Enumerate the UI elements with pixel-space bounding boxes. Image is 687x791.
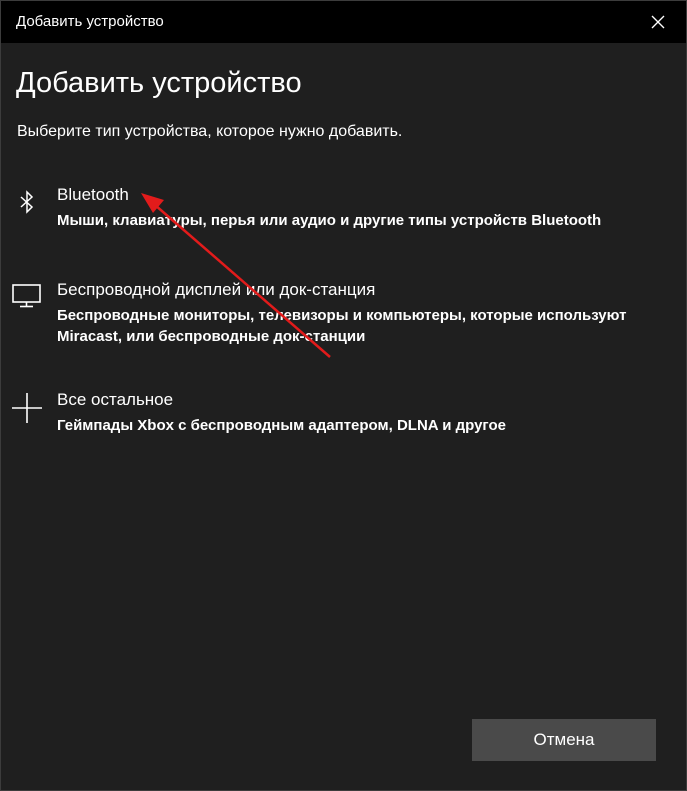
option-title: Беспроводной дисплей или док-станция bbox=[57, 280, 376, 299]
option-description: Беспроводные мониторы, телевизоры и комп… bbox=[57, 307, 627, 345]
page-title: Добавить устройство bbox=[16, 67, 302, 99]
option-bluetooth[interactable]: Bluetooth Мыши, клавиатуры, перья или ау… bbox=[1, 185, 686, 235]
close-icon bbox=[651, 15, 665, 29]
title-bar: Добавить устройство bbox=[1, 1, 686, 43]
option-wireless-display[interactable]: Беспроводной дисплей или док-станция Бес… bbox=[1, 280, 686, 346]
window-title: Добавить устройство bbox=[16, 13, 164, 30]
option-description: Геймпады Xbox с беспроводным адаптером, … bbox=[57, 417, 506, 434]
cancel-button[interactable]: Отмена bbox=[472, 719, 656, 761]
option-title: Все остальное bbox=[57, 390, 174, 409]
option-everything-else[interactable]: Все остальное Геймпады Xbox с беспроводн… bbox=[1, 390, 686, 440]
close-button[interactable] bbox=[629, 1, 686, 43]
page-subtitle: Выберите тип устройства, которое нужно д… bbox=[17, 123, 403, 140]
monitor-icon bbox=[12, 284, 41, 308]
add-device-dialog: Добавить устройство Добавить устройство … bbox=[0, 0, 687, 791]
option-description: Мыши, клавиатуры, перья или аудио и друг… bbox=[57, 212, 602, 229]
plus-icon bbox=[12, 393, 42, 423]
bluetooth-icon bbox=[20, 190, 34, 214]
option-title: Bluetooth bbox=[57, 185, 129, 204]
